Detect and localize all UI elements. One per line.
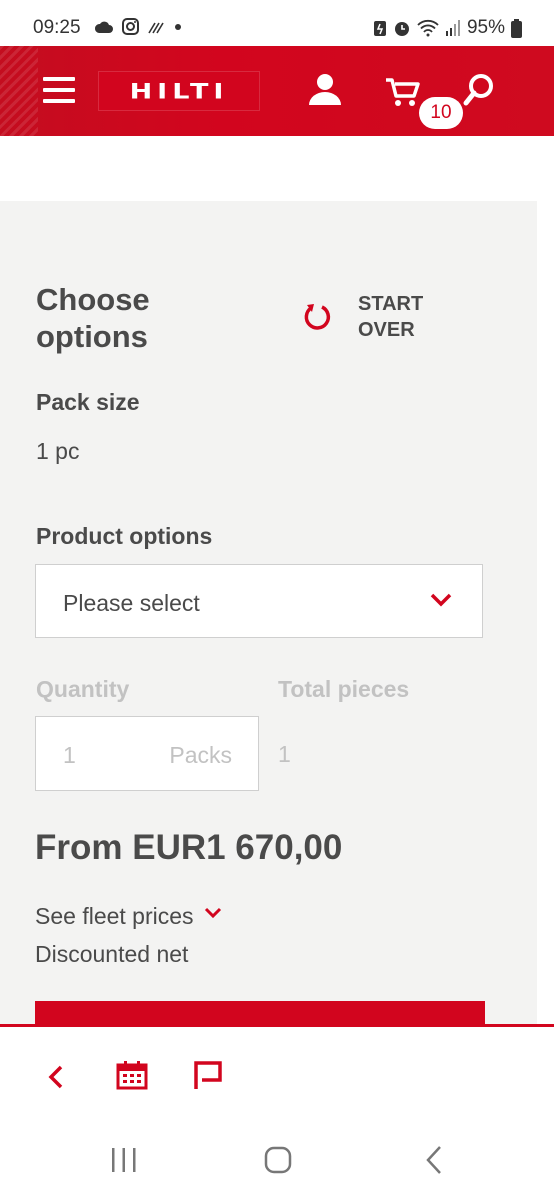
fleet-prices-toggle[interactable]: See fleet prices — [35, 903, 222, 930]
discounted-net-label: Discounted net — [35, 941, 189, 967]
hamburger-line — [43, 77, 75, 81]
product-options-select[interactable]: Please select — [35, 564, 483, 638]
total-pieces-label: Total pieces — [278, 676, 410, 702]
status-left-icons — [94, 18, 183, 35]
hilti-logo[interactable]: HILTI — [98, 71, 260, 111]
user-icon[interactable] — [307, 72, 343, 108]
status-time: 09:25 — [33, 17, 81, 38]
back-icon[interactable] — [46, 1064, 66, 1090]
menu-button[interactable] — [43, 77, 75, 103]
quantity-unit: Packs — [169, 742, 232, 768]
back-icon[interactable] — [424, 1145, 444, 1175]
status-bar: 09:25 95% — [0, 0, 554, 46]
quantity-input[interactable]: 1 Packs — [35, 716, 259, 791]
hamburger-line — [43, 99, 75, 103]
bottom-toolbar — [0, 1024, 554, 1123]
battery-percent: 95% — [466, 17, 505, 38]
dot-icon — [175, 23, 181, 30]
logo-text: HILTI — [129, 78, 229, 104]
cart-icon[interactable] — [385, 76, 421, 108]
pack-size-label: Pack size — [36, 389, 140, 415]
signal-icon — [445, 20, 460, 36]
site-header: HILTI 10 — [0, 46, 554, 136]
status-right-icons: 95% — [373, 17, 522, 39]
instagram-icon — [122, 18, 139, 35]
refresh-icon — [304, 304, 331, 330]
chevron-down-icon — [430, 593, 452, 607]
search-icon[interactable] — [463, 73, 495, 107]
hamburger-line — [43, 88, 75, 92]
pack-size-value: 1 pc — [36, 438, 80, 464]
fleet-prices-label: See fleet prices — [35, 903, 194, 929]
quantity-label: Quantity — [36, 676, 130, 702]
recents-icon[interactable] — [110, 1147, 138, 1173]
battery-icon — [511, 18, 522, 38]
flag-icon[interactable] — [193, 1060, 223, 1090]
activity-icon — [148, 22, 164, 33]
chevron-down-icon — [204, 907, 221, 918]
wifi-icon — [417, 19, 439, 37]
system-nav-bar — [0, 1120, 554, 1200]
alarm-icon — [394, 22, 409, 36]
start-over-button[interactable]: START OVER — [302, 291, 448, 343]
battery-saver-icon — [373, 21, 386, 36]
total-pieces-value: 1 — [278, 741, 291, 767]
cart-count-badge: 10 — [419, 97, 463, 129]
price-text: From EUR1 670,00 — [35, 828, 343, 867]
calendar-icon[interactable] — [116, 1060, 148, 1090]
page-title: Choose options — [36, 282, 150, 354]
cloud-icon — [94, 21, 113, 33]
header-pattern — [0, 46, 38, 136]
home-icon[interactable] — [264, 1146, 292, 1174]
quantity-value: 1 — [63, 742, 76, 768]
add-to-cart-button[interactable] — [35, 1001, 485, 1025]
start-over-label: START OVER — [358, 293, 424, 341]
product-options-placeholder: Please select — [63, 590, 200, 616]
product-options-label: Product options — [36, 523, 213, 549]
